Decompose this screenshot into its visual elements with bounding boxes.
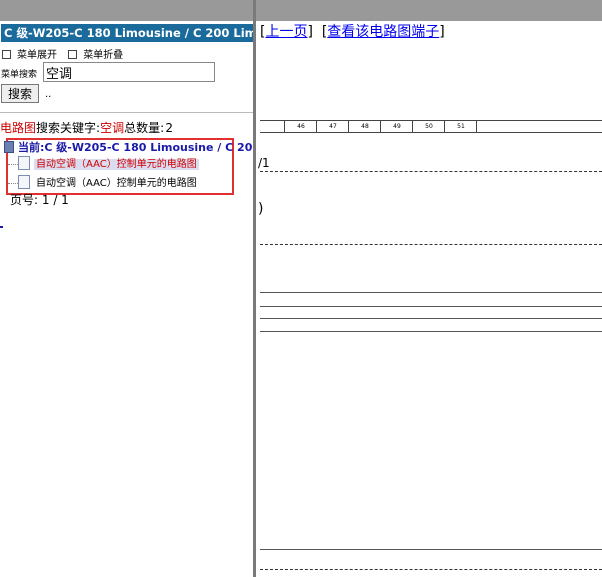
tree-connector [8, 163, 18, 165]
ruler-cell: 48 [348, 121, 381, 132]
diagram-nav: [上一页] [查看该电路图端子] [260, 24, 445, 40]
pager-label: 页号: [10, 193, 39, 207]
result-category-link[interactable]: 电路图 [0, 121, 36, 135]
search-result-summary: 电路图搜索关键字:空调总数量: 2 [0, 119, 173, 136]
menu-divider [0, 112, 253, 113]
menu-expand-label: 菜单展开 [17, 50, 57, 61]
pager-value: 1 / 1 [41, 193, 69, 207]
pager: 页号: 1 / 1 [10, 191, 69, 208]
document-icon [18, 175, 30, 189]
collapse-square-icon [68, 49, 78, 59]
menu-toggle-row: 菜单展开 菜单折叠 [2, 46, 131, 61]
wire-line [260, 171, 602, 172]
keyword-label: 搜索关键字: [36, 121, 101, 135]
menu-collapse-label: 菜单折叠 [83, 50, 124, 61]
sheet-fragment: /1 [258, 156, 270, 170]
search-button[interactable]: 搜索 [1, 84, 39, 103]
tree-current-label: 当前:C 级-W205-C 180 Limousine / C 200 Limo… [18, 141, 253, 154]
ruler-cell: 50 [412, 121, 445, 132]
search-input[interactable] [43, 62, 215, 82]
wire-line [260, 331, 602, 332]
tree-item-aac-2[interactable]: 自动空调（AAC）控制单元的电路图 [8, 174, 199, 190]
count-label: 总数量: [124, 121, 165, 135]
paren-fragment: ) [258, 201, 264, 217]
tree-item-label: 自动空调（AAC）控制单元的电路图 [36, 178, 197, 189]
view-terminals-link[interactable]: 查看该电路图端子 [327, 24, 439, 40]
ruler-cell: 47 [316, 121, 349, 132]
ruler-cell: 49 [380, 121, 413, 132]
search-label: 菜单搜索 [1, 70, 38, 80]
wire-line [260, 569, 602, 570]
search-dots: .. [45, 89, 52, 100]
prev-page-link[interactable]: 上一页 [265, 24, 307, 40]
tree-item-aac-1[interactable]: 自动空调（AAC）控制单元的电路图 [8, 155, 199, 171]
small-link-mark[interactable] [0, 226, 3, 228]
model-title-bar: C 级-W205-C 180 Limousine / C 200 Limousi… [1, 24, 253, 42]
ruler-cell [476, 121, 602, 132]
menu-expand-toggle[interactable]: 菜单展开 [2, 49, 61, 61]
tree-item-label: 自动空调（AAC）控制单元的电路图 [34, 159, 199, 170]
left-menu-frame: C 级-W205-C 180 Limousine / C 200 Limousi… [0, 21, 253, 577]
wire-line [260, 549, 602, 550]
menu-collapse-toggle[interactable]: 菜单折叠 [68, 49, 127, 61]
ruler-cell: 46 [284, 121, 317, 132]
diagram-frame: [上一页] [查看该电路图端子] 46 47 48 49 50 51 /1 ) [256, 21, 602, 577]
wire-line [260, 292, 602, 293]
count-value: 2 [165, 121, 173, 135]
keyword-value: 空调 [100, 121, 125, 135]
grid-ruler: 46 47 48 49 50 51 [260, 120, 602, 133]
tree-connector [8, 182, 18, 184]
wire-line [260, 244, 602, 245]
expand-square-icon [2, 49, 11, 59]
wire-line [260, 318, 602, 319]
ruler-cell: 51 [444, 121, 477, 132]
browser-top-bar [0, 0, 602, 21]
folder-icon [4, 141, 14, 153]
tree-current-node[interactable]: 当前:C 级-W205-C 180 Limousine / C 200 Limo… [4, 139, 253, 155]
document-icon [18, 156, 30, 170]
wire-line [260, 306, 602, 307]
